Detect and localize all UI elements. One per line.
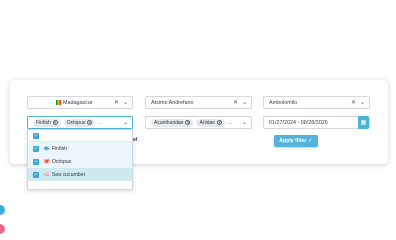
region-value: Madagascar bbox=[63, 99, 93, 106]
madagascar-flag-icon bbox=[56, 100, 61, 105]
checkbox-checked-icon[interactable]: ✓ bbox=[33, 171, 39, 178]
family-chip[interactable]: Ariidae × bbox=[196, 118, 226, 127]
dropdown-option[interactable]: ✓ 🐙 Octopus bbox=[28, 155, 132, 168]
remove-chip-icon[interactable]: × bbox=[217, 120, 223, 125]
place-value: Ambolomilo bbox=[269, 99, 298, 106]
species-chip[interactable]: Octopus × bbox=[63, 118, 96, 127]
chevron-down-icon[interactable]: ⌄ bbox=[242, 99, 247, 106]
checkbox-checked-icon[interactable]: ✓ bbox=[33, 145, 39, 152]
clear-icon[interactable]: ✕ bbox=[233, 99, 238, 106]
chevron-down-icon[interactable]: ⌄ bbox=[123, 119, 128, 126]
author-value: Atsimo Andrefano bbox=[151, 99, 194, 106]
more-indicator: ... bbox=[228, 119, 233, 126]
chevron-down-icon[interactable]: ⌄ bbox=[123, 99, 128, 106]
species-dropdown: ✓ ✓ 🐟 Finfish ✓ 🐙 Octopus ✓ 🪱 Sea cucumb… bbox=[27, 129, 133, 190]
species-chip[interactable]: Finfish × bbox=[33, 118, 61, 127]
dropdown-option[interactable]: ✓ 🪱 Sea cucumber bbox=[28, 168, 132, 181]
check-icon: ✓ bbox=[308, 138, 313, 144]
place-select[interactable]: Ambolomilo ✕ ⌄ bbox=[263, 96, 370, 109]
author-select[interactable]: Atsimo Andrefano ✕ ⌄ bbox=[145, 96, 252, 109]
clear-icon[interactable]: ✕ bbox=[351, 99, 356, 106]
apply-filter-button[interactable]: Apply filter ✓ bbox=[274, 135, 318, 147]
species-multiselect[interactable]: Finfish × Octopus × ... ⌄ bbox=[27, 116, 133, 129]
feedback-fab-button[interactable] bbox=[0, 224, 5, 234]
region-select[interactable]: Madagascar ✕ ⌄ bbox=[27, 96, 133, 109]
date-range-value: 01/27/2024 - 08/28/2026 bbox=[269, 119, 328, 126]
chevron-down-icon[interactable]: ⌄ bbox=[360, 99, 365, 106]
dropdown-option[interactable]: ✓ 🐟 Finfish bbox=[28, 142, 132, 155]
remove-chip-icon[interactable]: × bbox=[52, 120, 58, 125]
clear-icon[interactable]: ✕ bbox=[114, 99, 119, 106]
date-range-input[interactable]: 01/27/2024 - 08/28/2026 ▦ bbox=[263, 116, 370, 129]
checkbox-checked-icon[interactable]: ✓ bbox=[33, 158, 39, 165]
more-indicator: ... bbox=[98, 119, 103, 126]
octopus-icon: 🐙 bbox=[43, 158, 50, 165]
remove-chip-icon[interactable]: × bbox=[87, 120, 93, 125]
remove-chip-icon[interactable]: × bbox=[185, 120, 191, 125]
help-fab-button[interactable] bbox=[0, 205, 5, 215]
sea-cucumber-icon: 🪱 bbox=[43, 171, 50, 178]
families-multiselect[interactable]: Acanthuridae × Ariidae × ... ⌄ bbox=[145, 116, 252, 129]
fish-icon: 🐟 bbox=[43, 145, 50, 152]
checkbox-checked-icon[interactable]: ✓ bbox=[33, 132, 39, 139]
family-chip[interactable]: Acanthuridae × bbox=[151, 118, 194, 127]
chevron-down-icon[interactable]: ⌄ bbox=[242, 119, 247, 126]
calendar-icon[interactable]: ▦ bbox=[358, 116, 369, 129]
select-all-row[interactable]: ✓ bbox=[28, 130, 132, 142]
